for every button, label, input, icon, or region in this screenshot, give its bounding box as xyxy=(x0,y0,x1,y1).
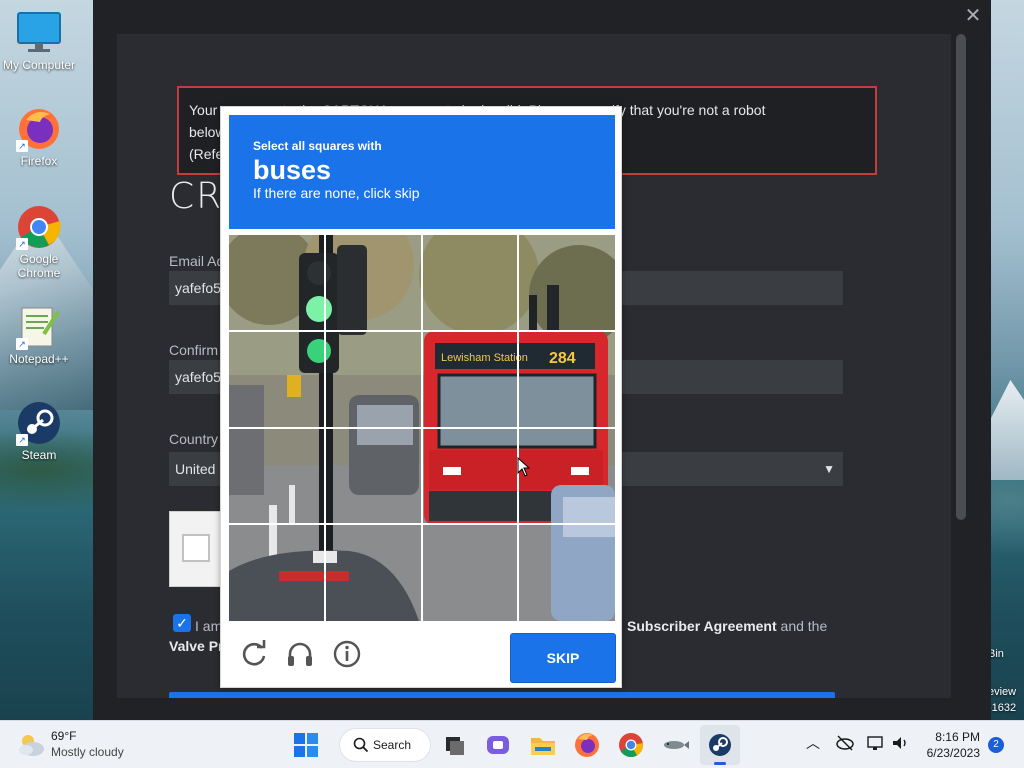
desktop-icon-chrome[interactable]: ↗ Google Chrome xyxy=(0,204,78,280)
shortcut-arrow-icon: ↗ xyxy=(16,238,28,250)
start-button[interactable] xyxy=(286,725,326,765)
country-value: United xyxy=(175,461,216,477)
captcha-header: Select all squares with buses If there a… xyxy=(229,115,615,229)
desktop-icon-label: Google Chrome xyxy=(17,252,61,280)
agree-text-line2: Valve Pr xyxy=(169,638,224,654)
search-label: Search xyxy=(373,738,412,752)
desktop-icon-notepadpp[interactable]: ↗ Notepad++ xyxy=(0,304,78,366)
desktop-icon-label: Steam xyxy=(21,448,57,462)
email-label: Email Ad xyxy=(169,253,225,269)
captcha-instruction: Select all squares with xyxy=(253,139,382,153)
weather-widget[interactable]: 69°F Mostly cloudy xyxy=(14,727,164,763)
taskbar-file-explorer[interactable] xyxy=(523,725,563,765)
captcha-challenge: Select all squares with buses If there a… xyxy=(220,106,622,688)
taskbar-firefox[interactable] xyxy=(567,725,607,765)
shortcut-arrow-icon: ↗ xyxy=(16,338,28,350)
confirm-email-label: Confirm xyxy=(169,342,219,358)
page-title: CR xyxy=(169,176,224,217)
monitor-icon xyxy=(16,10,62,56)
desktop-icon-my-computer[interactable]: My Computer xyxy=(0,10,78,72)
reload-icon[interactable] xyxy=(239,639,269,669)
volume-icon[interactable] xyxy=(890,733,910,753)
taskbar: 69°F Mostly cloudy Search ︿ 8:16 PM 6/23… xyxy=(0,720,1024,768)
desktop-icon-steam[interactable]: ↗ Steam xyxy=(0,400,78,462)
task-view-icon xyxy=(446,737,464,755)
desktop-icon-firefox[interactable]: ↗ Firefox xyxy=(0,106,78,168)
clock-date: 6/23/2023 xyxy=(926,746,980,760)
shortcut-arrow-icon: ↗ xyxy=(16,140,28,152)
notification-badge[interactable]: 2 xyxy=(988,737,1004,753)
taskbar-chat[interactable] xyxy=(478,725,518,765)
cloudy-icon xyxy=(19,735,44,756)
task-view-button[interactable] xyxy=(434,725,474,765)
notepadpp-icon: ↗ xyxy=(16,304,62,350)
skip-button[interactable]: SKIP xyxy=(511,634,615,682)
subscriber-agreement-link[interactable]: Subscriber Agreement xyxy=(627,618,777,634)
shortcut-arrow-icon: ↗ xyxy=(16,434,28,446)
network-icon[interactable] xyxy=(866,733,886,753)
agree-text: I am xyxy=(195,618,223,634)
country-label: Country xyxy=(169,431,219,447)
windows-logo-icon xyxy=(294,733,318,757)
agree-connector: and the xyxy=(776,618,828,634)
agree-checkbox[interactable]: ✓ xyxy=(173,614,191,632)
valve-privacy-link[interactable]: Valve Pr xyxy=(169,638,224,654)
taskbar-chrome[interactable] xyxy=(611,725,651,765)
chrome-icon xyxy=(619,733,644,758)
desktop-icon-label: My Computer xyxy=(2,58,76,72)
mouse-cursor-icon xyxy=(517,457,531,477)
firefox-icon: ↗ xyxy=(16,106,62,152)
folder-icon xyxy=(531,738,555,755)
headphones-icon[interactable] xyxy=(285,639,315,669)
chevron-up-icon[interactable]: ︿ xyxy=(803,733,823,753)
captcha-footer: SKIP xyxy=(229,629,615,682)
firefox-icon xyxy=(575,733,599,757)
clock-time: 8:16 PM xyxy=(935,730,980,744)
taskbar-search[interactable]: Search xyxy=(340,729,430,761)
onedrive-off-icon[interactable] xyxy=(835,733,855,753)
fish-icon xyxy=(664,741,689,749)
captcha-image-grid: Lewisham Station 284 xyxy=(229,235,615,621)
chrome-icon: ↗ xyxy=(16,204,62,250)
taskbar-steam[interactable] xyxy=(700,725,740,765)
recaptcha-checkbox[interactable] xyxy=(182,534,210,562)
desktop-icon-label: Firefox xyxy=(20,154,58,168)
taskbar-clock[interactable]: 8:16 PM 6/23/2023 xyxy=(918,729,980,761)
desktop-partial-text: -1632 xyxy=(988,702,1017,714)
captcha-hint: If there are none, click skip xyxy=(253,185,420,201)
steam-icon: ↗ xyxy=(16,400,62,446)
tile-grid[interactable] xyxy=(229,235,615,621)
taskbar-app-fish[interactable] xyxy=(655,725,695,765)
steam-icon xyxy=(709,734,731,756)
weather-temperature: 69°F xyxy=(51,729,77,743)
desktop-icon-label: Notepad++ xyxy=(9,352,69,366)
search-icon xyxy=(353,737,369,753)
weather-description: Mostly cloudy xyxy=(51,745,124,759)
info-icon[interactable] xyxy=(332,639,362,669)
agree-text-continued: Subscriber Agreement and the xyxy=(627,618,827,634)
captcha-target: buses xyxy=(253,155,332,185)
chat-icon xyxy=(487,736,509,754)
desktop-partial-text: eview xyxy=(988,686,1017,698)
chevron-down-icon: ▼ xyxy=(823,462,835,476)
continue-button[interactable] xyxy=(169,692,835,698)
active-indicator xyxy=(714,762,726,765)
